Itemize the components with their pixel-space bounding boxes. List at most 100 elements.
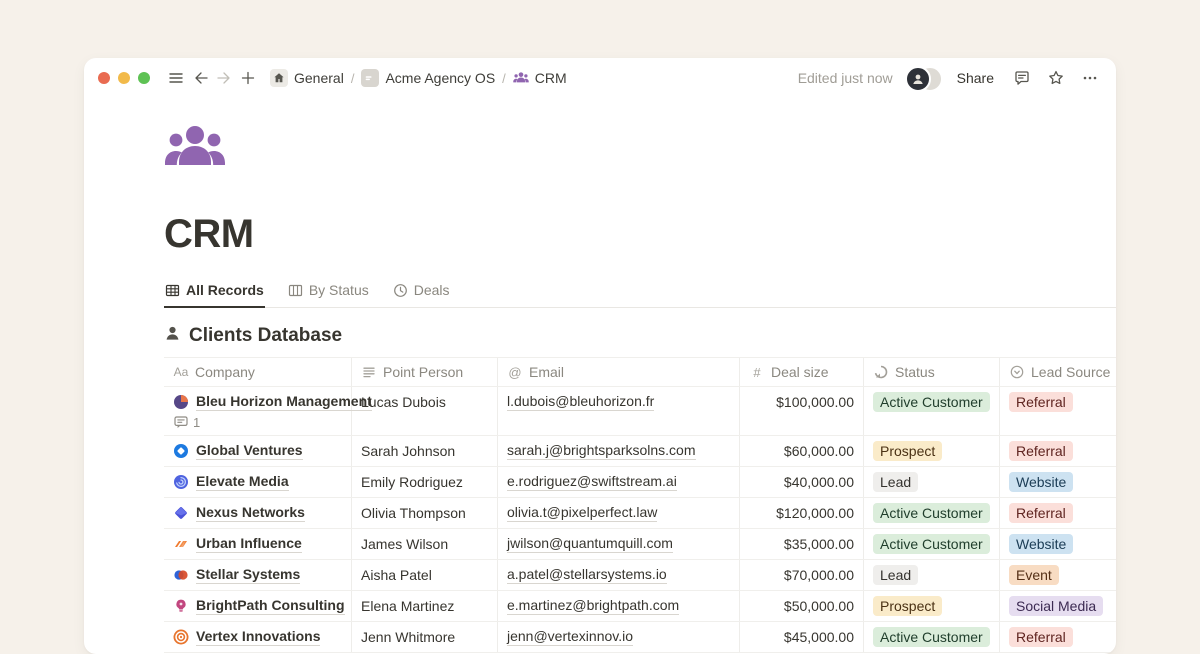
cell-email[interactable]: jenn@vertexinnov.io [498,622,740,652]
cell-deal[interactable]: $100,000.00 [740,387,864,435]
table-row[interactable]: Nexus Networks Olivia Thompson olivia.t@pi… [164,498,1116,529]
favorite-star-icon[interactable] [1044,66,1068,90]
table-row[interactable]: Urban Influence James Wilson jwilson@quant… [164,529,1116,560]
email-link[interactable]: sarah.j@brightsparksolns.com [507,441,696,460]
email-link[interactable]: l.dubois@bleuhorizon.fr [507,392,654,411]
cell-status[interactable]: Active Customer [864,529,1000,559]
cell-email[interactable]: e.martinez@brightpath.com [498,591,740,621]
source-badge[interactable]: Referral [1009,503,1073,523]
source-badge[interactable]: Referral [1009,627,1073,647]
cell-company[interactable]: BrightPath Consulting [164,591,352,621]
cell-source[interactable]: Referral [1000,436,1116,466]
status-badge[interactable]: Lead [873,472,918,492]
status-badge[interactable]: Active Customer [873,392,990,412]
breadcrumb-item[interactable]: Acme Agency OS [357,67,499,89]
cell-person[interactable]: Lucas Dubois [352,387,498,435]
breadcrumb-item[interactable]: CRM [509,68,571,88]
source-badge[interactable]: Event [1009,565,1059,585]
column-header-source[interactable]: Lead Source [1000,358,1116,386]
cell-email[interactable]: l.dubois@bleuhorizon.fr [498,387,740,435]
page-people-icon[interactable] [164,122,226,174]
cell-person[interactable]: Emily Rodriguez [352,467,498,497]
cell-email[interactable]: e.rodriguez@swiftstream.ai [498,467,740,497]
status-badge[interactable]: Active Customer [873,534,990,554]
cell-status[interactable]: Prospect [864,436,1000,466]
source-badge[interactable]: Social Media [1009,596,1103,616]
breadcrumb-item[interactable]: General [266,67,348,89]
cell-source[interactable]: Website [1000,529,1116,559]
table-row[interactable]: Elevate Media Emily Rodriguez e.rodriguez@… [164,467,1116,498]
status-badge[interactable]: Active Customer [873,503,990,523]
email-link[interactable]: e.rodriguez@swiftstream.ai [507,472,677,491]
zoom-window-icon[interactable] [138,72,150,84]
company-name-link[interactable]: Elevate Media [196,472,289,491]
cell-company[interactable]: Vertex Innovations [164,622,352,652]
company-name-link[interactable]: Nexus Networks [196,503,305,522]
company-name-link[interactable]: BrightPath Consulting [196,596,345,615]
cell-deal[interactable]: $70,000.00 [740,560,864,590]
cell-person[interactable]: Aisha Patel [352,560,498,590]
cell-person[interactable]: Elena Martinez [352,591,498,621]
email-link[interactable]: jwilson@quantumquill.com [507,534,673,553]
table-row[interactable]: BrightPath Consulting Elena Martinez e.mar… [164,591,1116,622]
cell-status[interactable]: Active Customer [864,498,1000,528]
cell-status[interactable]: Active Customer [864,387,1000,435]
cell-source[interactable]: Social Media [1000,591,1116,621]
column-header-deal[interactable]: #Deal size [740,358,864,386]
cell-company[interactable]: Stellar Systems [164,560,352,590]
column-header-email[interactable]: @Email [498,358,740,386]
email-link[interactable]: a.patel@stellarsystems.io [507,565,667,584]
column-header-company[interactable]: AaCompany [164,358,352,386]
column-header-status[interactable]: Status [864,358,1000,386]
table-row[interactable]: Stellar Systems Aisha Patel a.patel@stella… [164,560,1116,591]
cell-company[interactable]: Global Ventures [164,436,352,466]
table-row[interactable]: Vertex InnovationsJenn Whitmorejenn@vert… [164,622,1116,653]
status-badge[interactable]: Prospect [873,441,942,461]
source-badge[interactable]: Website [1009,472,1073,492]
cell-person[interactable]: Sarah Johnson [352,436,498,466]
cell-email[interactable]: a.patel@stellarsystems.io [498,560,740,590]
close-window-icon[interactable] [98,72,110,84]
tab-all-records[interactable]: All Records [164,278,265,308]
cell-deal[interactable]: $40,000.00 [740,467,864,497]
email-link[interactable]: olivia.t@pixelperfect.law [507,503,657,522]
table-row[interactable]: Global Ventures Sarah Johnson sarah.j@brig… [164,436,1116,467]
cell-deal[interactable]: $50,000.00 [740,591,864,621]
share-button[interactable]: Share [951,67,1000,89]
cell-company[interactable]: Nexus Networks [164,498,352,528]
cell-source[interactable]: Event [1000,560,1116,590]
status-badge[interactable]: Prospect [873,596,942,616]
cell-company[interactable]: Bleu Horizon Management1 [164,387,352,435]
cell-deal[interactable]: $120,000.00 [740,498,864,528]
comments-icon[interactable] [1010,66,1034,90]
table-row[interactable]: Bleu Horizon Management1Lucas Dubois l.du… [164,387,1116,436]
cell-status[interactable]: Lead [864,467,1000,497]
company-name-link[interactable]: Bleu Horizon Management [196,392,372,411]
cell-company[interactable]: Elevate Media [164,467,352,497]
back-icon[interactable] [188,66,212,90]
minimize-window-icon[interactable] [118,72,130,84]
source-badge[interactable]: Referral [1009,441,1073,461]
cell-status[interactable]: Active Customer [864,622,1000,652]
collaborator-avatars[interactable] [905,66,941,90]
cell-status[interactable]: Prospect [864,591,1000,621]
company-name-link[interactable]: Urban Influence [196,534,302,553]
cell-source[interactable]: Referral [1000,498,1116,528]
company-name-link[interactable]: Stellar Systems [196,565,300,584]
cell-deal[interactable]: $45,000.00 [740,622,864,652]
cell-person[interactable]: James Wilson [352,529,498,559]
company-name-link[interactable]: Global Ventures [196,441,303,460]
cell-deal[interactable]: $60,000.00 [740,436,864,466]
cell-email[interactable]: olivia.t@pixelperfect.law [498,498,740,528]
cell-deal[interactable]: $35,000.00 [740,529,864,559]
cell-person[interactable]: Olivia Thompson [352,498,498,528]
email-link[interactable]: e.martinez@brightpath.com [507,596,679,615]
cell-status[interactable]: Lead [864,560,1000,590]
status-badge[interactable]: Active Customer [873,627,990,647]
status-badge[interactable]: Lead [873,565,918,585]
tab-by-status[interactable]: By Status [287,278,370,308]
source-badge[interactable]: Referral [1009,392,1073,412]
more-options-icon[interactable] [1078,66,1102,90]
source-badge[interactable]: Website [1009,534,1073,554]
sidebar-menu-icon[interactable] [164,66,188,90]
